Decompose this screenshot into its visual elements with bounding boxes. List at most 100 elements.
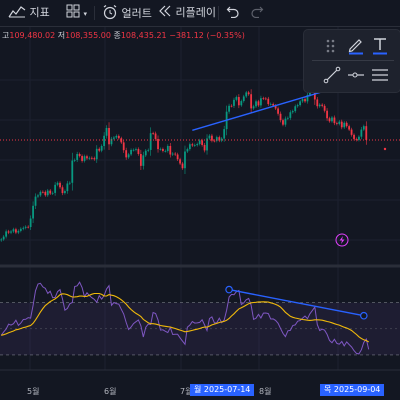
candle-body (162, 148, 164, 151)
candle-body (250, 94, 253, 109)
candle-body (108, 127, 110, 145)
pencil-icon[interactable] (346, 35, 366, 55)
candle-body (286, 117, 289, 119)
candle-body (257, 101, 260, 106)
candle-body (233, 99, 235, 106)
candle-body (316, 99, 319, 107)
candle-body (247, 92, 250, 95)
candle-body (66, 183, 69, 192)
candle-body (235, 97, 238, 100)
candle-body (166, 145, 169, 151)
candle-body (44, 191, 47, 196)
candle-body (277, 108, 279, 114)
redo-button[interactable] (250, 4, 264, 22)
candle-body (64, 191, 66, 194)
candle-body (272, 103, 275, 106)
candle-body (115, 135, 118, 138)
replay-button[interactable]: 리플레이 (158, 4, 216, 22)
candle-body (132, 149, 135, 151)
candle-body (32, 205, 34, 219)
candle-body (282, 120, 284, 125)
candle-body (328, 118, 331, 122)
candle-body (56, 182, 59, 185)
alarm-clock-icon (103, 5, 117, 20)
candle-body (188, 144, 191, 150)
candle-body (269, 103, 272, 105)
candle-body (333, 117, 336, 124)
candle-body (176, 154, 179, 160)
trendline-anchor (225, 285, 233, 294)
redo-icon (251, 6, 264, 19)
text-icon[interactable] (370, 35, 390, 55)
candle-body (186, 149, 189, 152)
candle-body (237, 97, 240, 106)
candle-body (10, 231, 12, 233)
candle-body (245, 92, 248, 97)
candle-body (343, 122, 346, 128)
candle-body (59, 182, 61, 188)
candle-body (223, 129, 226, 139)
grip-icon[interactable] (322, 36, 342, 56)
candle-body (93, 158, 96, 160)
candle-body (252, 106, 255, 109)
candle-body (267, 98, 270, 105)
candle-body (76, 153, 79, 160)
candle-body (353, 134, 355, 139)
horizontal-ray-icon[interactable] (346, 65, 366, 85)
candle-body (301, 99, 304, 102)
candle-body (358, 136, 360, 140)
candle-body (51, 192, 54, 194)
close-prefix: 종 (113, 31, 121, 40)
drawing-toolbar (304, 30, 400, 92)
candle-body (157, 138, 159, 150)
candle-body (12, 229, 15, 232)
candle-body (198, 140, 201, 145)
candle-body (203, 144, 206, 151)
close-value: 108,435.21 (120, 31, 167, 40)
candle-body (291, 111, 294, 113)
candle-body (22, 227, 25, 229)
candle-body (83, 156, 86, 161)
alert-button[interactable]: 얼러트 (102, 4, 152, 22)
candle-body (15, 229, 17, 233)
candle-body (105, 127, 108, 136)
templates-icon (66, 4, 80, 18)
time-axis-label: 6월 (104, 387, 117, 396)
indicators-button[interactable]: 지표 (8, 4, 50, 22)
candle-body (340, 121, 343, 128)
alert-label: 얼러트 (121, 7, 152, 20)
candle-body (240, 101, 243, 106)
candle-body (147, 149, 150, 151)
high-value: 109,480.02 (9, 31, 56, 40)
candle-body (255, 101, 257, 107)
panel-divider (312, 60, 394, 61)
trendline-icon[interactable] (322, 65, 342, 85)
candle-body (24, 226, 27, 228)
candle-body (159, 148, 162, 150)
undo-button[interactable] (226, 4, 240, 22)
candle-body (191, 144, 194, 146)
candle-body (46, 190, 49, 196)
candle-body (228, 105, 230, 112)
candle-body (103, 135, 106, 146)
crosshair-date-badge-start: 월 2025-07-14 (190, 384, 255, 396)
candle-body (130, 149, 132, 155)
ohlc-legend: 고109,480.02 저108,355.00 종108,435.21 −381… (2, 30, 245, 41)
chart-indicators-icon (8, 6, 26, 18)
candle-body (41, 191, 44, 193)
candle-body (34, 196, 37, 206)
candle-body (284, 118, 287, 125)
candle-body (348, 126, 351, 130)
toolbar-divider (218, 6, 219, 20)
fib-icon[interactable] (370, 65, 390, 85)
candle-body (139, 154, 142, 166)
candle-body (98, 148, 101, 151)
candle-body (17, 230, 20, 233)
candle-body (294, 106, 297, 112)
candle-body (29, 218, 32, 228)
indicators-label: 지표 (29, 6, 50, 19)
candle-body (260, 98, 262, 106)
candle-body (39, 191, 42, 196)
templates-button[interactable]: ▾ (66, 4, 87, 22)
candle-body (193, 145, 196, 146)
